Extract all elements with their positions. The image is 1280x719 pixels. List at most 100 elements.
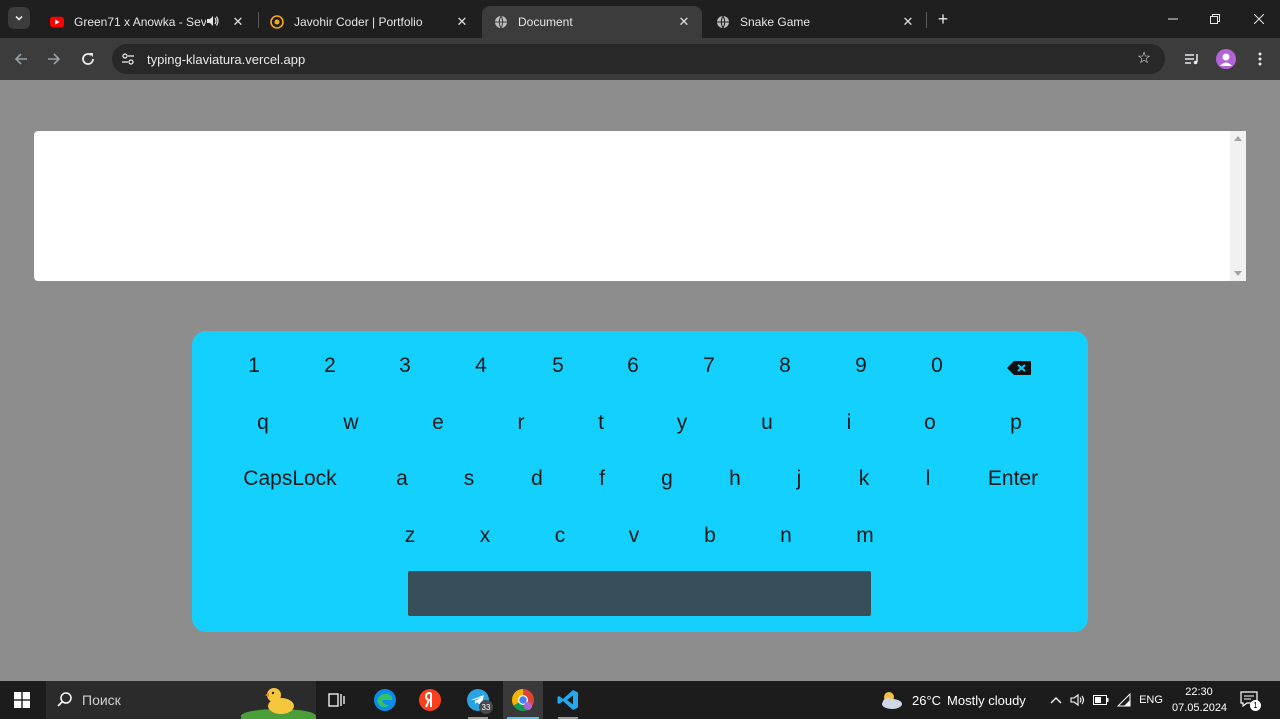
chevron-up-icon[interactable] <box>1048 691 1064 709</box>
key-l[interactable]: l <box>926 467 931 491</box>
key-m[interactable]: m <box>856 524 874 548</box>
tab-document[interactable]: Document ✕ <box>482 6 702 38</box>
reload-button[interactable] <box>75 47 101 71</box>
key-u[interactable]: u <box>761 411 773 435</box>
close-window-button[interactable] <box>1236 0 1280 38</box>
key-b[interactable]: b <box>704 524 716 548</box>
restore-button[interactable] <box>1192 0 1238 38</box>
key-space[interactable] <box>408 571 871 616</box>
key-5[interactable]: 5 <box>552 354 564 378</box>
key-7[interactable]: 7 <box>703 354 715 378</box>
taskbar-chrome[interactable] <box>503 681 543 719</box>
weather-condition: Mostly cloudy <box>947 692 1026 708</box>
taskbar-telegram[interactable]: 33 <box>458 681 498 719</box>
wifi-icon[interactable] <box>1115 691 1133 709</box>
taskbar-yandex[interactable] <box>410 681 450 719</box>
task-view-button[interactable] <box>317 681 357 719</box>
key-enter[interactable]: Enter <box>988 467 1038 491</box>
key-9[interactable]: 9 <box>855 354 867 378</box>
key-k[interactable]: k <box>859 467 870 491</box>
media-control-icon[interactable] <box>1182 49 1202 69</box>
key-v[interactable]: v <box>629 524 640 548</box>
address-bar[interactable]: typing-klaviatura.vercel.app ☆ <box>112 44 1165 74</box>
key-h[interactable]: h <box>729 467 741 491</box>
avatar-icon <box>1220 53 1232 66</box>
key-8[interactable]: 8 <box>779 354 791 378</box>
chrome-icon <box>512 689 534 711</box>
windows-start-icon[interactable] <box>14 692 30 708</box>
close-icon[interactable]: ✕ <box>230 14 246 30</box>
tab-search-button[interactable] <box>8 7 30 29</box>
arrow-right-icon <box>48 53 61 65</box>
telegram-badge: 33 <box>479 700 493 714</box>
typing-textarea[interactable] <box>34 131 1230 281</box>
close-icon[interactable]: ✕ <box>676 14 692 30</box>
tab-portfolio[interactable]: Javohir Coder | Portfolio ✕ <box>258 6 480 38</box>
key-0[interactable]: 0 <box>931 354 943 378</box>
key-i[interactable]: i <box>847 411 852 435</box>
browser-toolbar: typing-klaviatura.vercel.app ☆ <box>0 38 1280 80</box>
back-button[interactable] <box>8 47 34 71</box>
key-x[interactable]: x <box>480 524 491 548</box>
tab-green71[interactable]: Green71 x Anowka - Sevgi E ✕ <box>38 6 256 38</box>
key-r[interactable]: r <box>518 411 525 435</box>
key-z[interactable]: z <box>405 524 416 548</box>
tab-strip: Green71 x Anowka - Sevgi E ✕ Javohir Cod… <box>0 0 1280 38</box>
tab-snake-game[interactable]: Snake Game ✕ <box>704 6 926 38</box>
close-icon[interactable]: ✕ <box>454 14 470 30</box>
tab-title: Document <box>518 15 573 29</box>
globe-icon <box>494 15 508 29</box>
speaker-icon[interactable] <box>206 15 220 30</box>
notification-icon[interactable]: 1 <box>1240 691 1261 711</box>
key-w[interactable]: w <box>343 411 358 435</box>
key-s[interactable]: s <box>464 467 475 491</box>
menu-kebab-icon[interactable] <box>1250 49 1270 69</box>
key-a[interactable]: a <box>396 467 408 491</box>
key-e[interactable]: e <box>432 411 444 435</box>
key-capslock[interactable]: CapsLock <box>243 467 336 491</box>
battery-icon[interactable] <box>1092 691 1110 709</box>
key-o[interactable]: o <box>924 411 936 435</box>
key-t[interactable]: t <box>598 411 604 435</box>
arrow-left-icon <box>14 53 27 65</box>
close-icon[interactable]: ✕ <box>900 14 916 30</box>
system-clock[interactable]: 22:30 07.05.2024 <box>1172 684 1228 716</box>
clock-date: 07.05.2024 <box>1172 702 1228 714</box>
volume-icon[interactable] <box>1069 691 1087 709</box>
portfolio-icon <box>270 15 284 29</box>
key-j[interactable]: j <box>797 467 802 491</box>
key-6[interactable]: 6 <box>627 354 639 378</box>
key-f[interactable]: f <box>599 467 605 491</box>
taskbar-search[interactable]: Поиск <box>46 681 316 719</box>
weather-widget[interactable]: 26°C Mostly cloudy <box>878 688 1026 712</box>
key-2[interactable]: 2 <box>324 354 336 378</box>
minimize-button[interactable] <box>1150 0 1196 38</box>
key-4[interactable]: 4 <box>475 354 487 378</box>
scroll-up-arrow-icon[interactable] <box>1234 136 1242 141</box>
new-tab-button[interactable]: + <box>932 8 954 30</box>
key-n[interactable]: n <box>780 524 792 548</box>
key-d[interactable]: d <box>531 467 543 491</box>
key-g[interactable]: g <box>661 467 673 491</box>
key-q[interactable]: q <box>257 411 269 435</box>
forward-button[interactable] <box>41 47 67 71</box>
bookmark-star-icon[interactable]: ☆ <box>1135 50 1153 68</box>
notification-count: 1 <box>1250 700 1261 711</box>
key-1[interactable]: 1 <box>248 354 260 378</box>
taskbar-edge[interactable] <box>365 681 405 719</box>
site-info-icon[interactable] <box>120 51 136 67</box>
profile-avatar[interactable] <box>1216 49 1236 69</box>
key-c[interactable]: c <box>555 524 566 548</box>
key-y[interactable]: y <box>677 411 688 435</box>
youtube-icon <box>50 15 64 29</box>
backspace-icon[interactable] <box>1006 358 1032 375</box>
text-output-area <box>34 131 1246 281</box>
textarea-scrollbar[interactable] <box>1230 131 1246 281</box>
close-icon <box>1254 14 1264 24</box>
key-p[interactable]: p <box>1010 411 1022 435</box>
language-indicator[interactable]: ENG <box>1136 691 1166 709</box>
key-3[interactable]: 3 <box>399 354 411 378</box>
tab-title: Green71 x Anowka - Sevgi E <box>74 15 206 29</box>
taskbar-vscode[interactable] <box>548 681 588 719</box>
scroll-down-arrow-icon[interactable] <box>1234 271 1242 276</box>
